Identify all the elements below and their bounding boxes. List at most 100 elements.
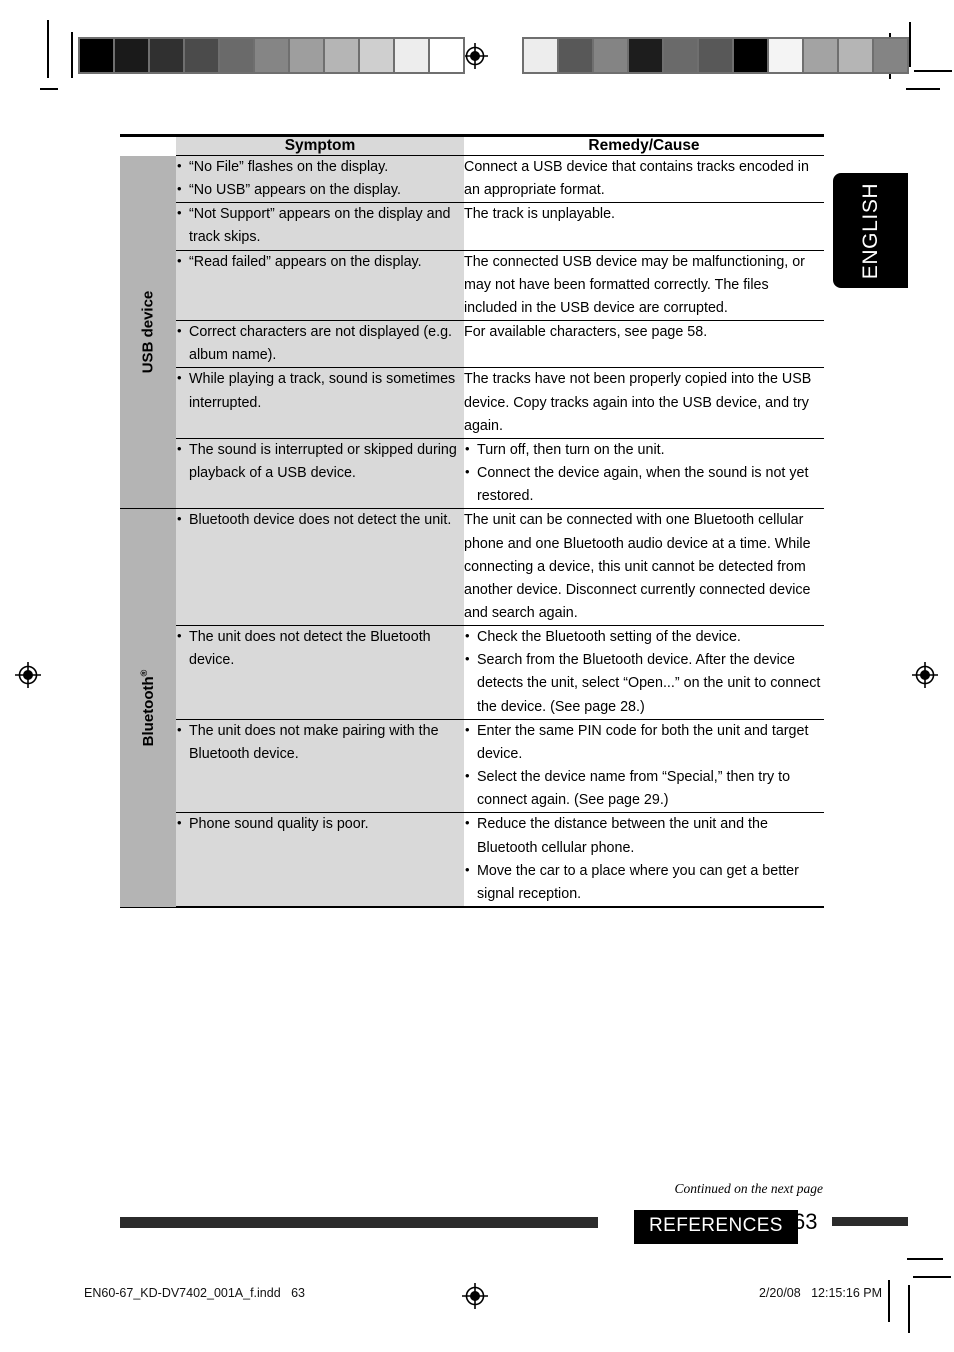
remedy-bullet-item: Turn off, then turn on the unit. [464, 438, 824, 462]
symptom-bullet-item: “Read failed” appears on the display. [176, 250, 464, 274]
table-header-row: Symptom Remedy/Cause [120, 137, 824, 156]
table-cell-symptom: “Not Support” appears on the display and… [176, 202, 464, 251]
symptom-bullet-list: Correct characters are not displayed (e.… [176, 320, 464, 367]
symptom-bullet-item: The sound is interrupted or skipped duri… [176, 438, 464, 485]
table-category-cell: USB device [120, 155, 176, 510]
symptom-bullet-list: Phone sound quality is poor. [176, 812, 464, 836]
symptom-bullet-item: “No File” flashes on the display. [176, 155, 464, 179]
calibration-swatch [395, 39, 428, 72]
table-cell-remedy: Turn off, then turn on the unit.Connect … [464, 438, 824, 510]
calibration-swatch [115, 39, 148, 72]
table-header-remedy: Remedy/Cause [464, 137, 824, 156]
crop-mark-top-right-tick-a [914, 70, 952, 72]
language-tab-label: ENGLISH [858, 182, 882, 279]
table-category-label: USB device [139, 290, 157, 374]
calibration-swatch [524, 39, 557, 72]
table-cell-symptom: The unit does not detect the Bluetooth d… [176, 625, 464, 720]
table-cell-remedy: The connected USB device may be malfunct… [464, 250, 824, 322]
calibration-swatch [629, 39, 662, 72]
table-cell-symptom: “Read failed” appears on the display. [176, 250, 464, 322]
symptom-bullet-item: Bluetooth device does not detect the uni… [176, 508, 464, 532]
table-cell-remedy: The track is unplayable. [464, 202, 824, 251]
crop-mark-top-left-outer [47, 20, 49, 78]
calibration-swatch [290, 39, 323, 72]
table-row: Bluetooth® Bluetooth device does not dete… [120, 508, 824, 908]
table-cell-symptom: The sound is interrupted or skipped duri… [176, 438, 464, 510]
troubleshooting-table-wrapper: Symptom Remedy/Cause USB device “No File”… [120, 134, 824, 909]
remedy-bullet-item: Check the Bluetooth setting of the devic… [464, 625, 824, 649]
troubleshooting-table: Symptom Remedy/Cause USB device “No File”… [120, 137, 824, 909]
table-cell-symptom: Phone sound quality is poor. [176, 812, 464, 909]
table-body: USB device “No File” flashes on the displ… [120, 155, 824, 909]
symptom-bullet-item: Correct characters are not displayed (e.… [176, 320, 464, 367]
table-cell-remedy: Enter the same PIN code for both the uni… [464, 719, 824, 814]
calibration-swatch [255, 39, 288, 72]
calibration-swatch [664, 39, 697, 72]
calibration-swatch [559, 39, 592, 72]
calibration-swatch [874, 39, 907, 72]
table-cell-remedy: Connect a USB device that contains track… [464, 155, 824, 204]
symptom-bullet-item: While playing a track, sound is sometime… [176, 367, 464, 414]
calibration-swatch [734, 39, 767, 72]
remedy-bullet-item: Search from the Bluetooth device. After … [464, 648, 824, 718]
page-number: 63 [793, 1209, 818, 1234]
table-row: USB device “No File” flashes on the displ… [120, 155, 824, 510]
table-row: “Not Support” appears on the display and… [120, 202, 824, 251]
table-cell-symptom: “No File” flashes on the display.“No USB… [176, 155, 464, 204]
table-cell-remedy: The unit can be connected with one Bluet… [464, 508, 824, 627]
calibration-swatch [594, 39, 627, 72]
remedy-paragraph: The track is unplayable. [464, 206, 615, 223]
calibration-swatch [769, 39, 802, 72]
footer-rule-left [120, 1217, 598, 1228]
table-row: Correct characters are not displayed (e.… [120, 320, 824, 369]
registration-mark-right-middle [912, 662, 938, 688]
continued-note: Continued on the next page [674, 1181, 823, 1196]
crop-mark-bottom-right-tick-b [913, 1276, 951, 1278]
language-tab-english: ENGLISH [833, 173, 908, 288]
table-cell-symptom: Correct characters are not displayed (e.… [176, 320, 464, 369]
symptom-bullet-list: “Not Support” appears on the display and… [176, 202, 464, 249]
remedy-paragraph: Connect a USB device that contains track… [464, 159, 809, 199]
crop-mark-bottom-right-outer [908, 1285, 910, 1333]
print-meta-datetime: 2/20/08 12:15:16 PM [758, 1286, 882, 1300]
table-row: Phone sound quality is poor.Reduce the d… [120, 812, 824, 909]
table-cell-symptom: Bluetooth device does not detect the uni… [176, 508, 464, 627]
symptom-bullet-list: Bluetooth device does not detect the uni… [176, 508, 464, 532]
symptom-bullet-item: The unit does not make pairing with the … [176, 719, 464, 766]
footer-rule-right [832, 1217, 908, 1226]
table-row: The unit does not detect the Bluetooth d… [120, 625, 824, 720]
table-header: Symptom Remedy/Cause [120, 137, 824, 156]
calibration-swatch [430, 39, 463, 72]
crop-mark-bottom-right-tick-a [907, 1258, 943, 1260]
calibration-swatch [220, 39, 253, 72]
remedy-paragraph: The tracks have not been properly copied… [464, 371, 812, 434]
table-row: The unit does not make pairing with the … [120, 719, 824, 814]
page-canvas: ENGLISH Symptom Remedy/Cause USB device“… [0, 0, 954, 1352]
print-meta-filename: EN60-67_KD-DV7402_001A_f.indd 63 [84, 1286, 305, 1300]
crop-mark-top-right-tick-b [906, 88, 940, 90]
remedy-bullet-item: Enter the same PIN code for both the uni… [464, 719, 824, 766]
remedy-paragraph: The unit can be connected with one Bluet… [464, 512, 811, 621]
remedy-paragraph: The connected USB device may be malfunct… [464, 253, 805, 316]
calibration-swatch [185, 39, 218, 72]
calibration-swatch [325, 39, 358, 72]
registered-trademark-icon: ® [139, 669, 149, 677]
grayscale-calibration-strip-left [78, 37, 465, 74]
calibration-swatch [804, 39, 837, 72]
table-cell-symptom: The unit does not make pairing with the … [176, 719, 464, 814]
symptom-bullet-item: The unit does not detect the Bluetooth d… [176, 625, 464, 672]
registration-mark-bottom-center [462, 1283, 488, 1309]
remedy-bullet-item: Select the device name from “Special,” t… [464, 765, 824, 812]
remedy-paragraph: For available characters, see page 58. [464, 324, 708, 341]
table-header-symptom: Symptom [176, 137, 464, 156]
table-row: While playing a track, sound is sometime… [120, 367, 824, 439]
remedy-bullet-list: Turn off, then turn on the unit.Connect … [464, 438, 824, 508]
table-row: “Read failed” appears on the display.The… [120, 250, 824, 322]
crop-mark-bottom-right-inner [888, 1280, 890, 1322]
crop-mark-top-left-inner [71, 32, 73, 78]
symptom-bullet-item: Phone sound quality is poor. [176, 812, 464, 836]
table-cell-remedy: The tracks have not been properly copied… [464, 367, 824, 439]
table-header-category-blank [120, 137, 176, 156]
remedy-bullet-item: Move the car to a place where you can ge… [464, 859, 824, 906]
symptom-bullet-item: “Not Support” appears on the display and… [176, 202, 464, 249]
